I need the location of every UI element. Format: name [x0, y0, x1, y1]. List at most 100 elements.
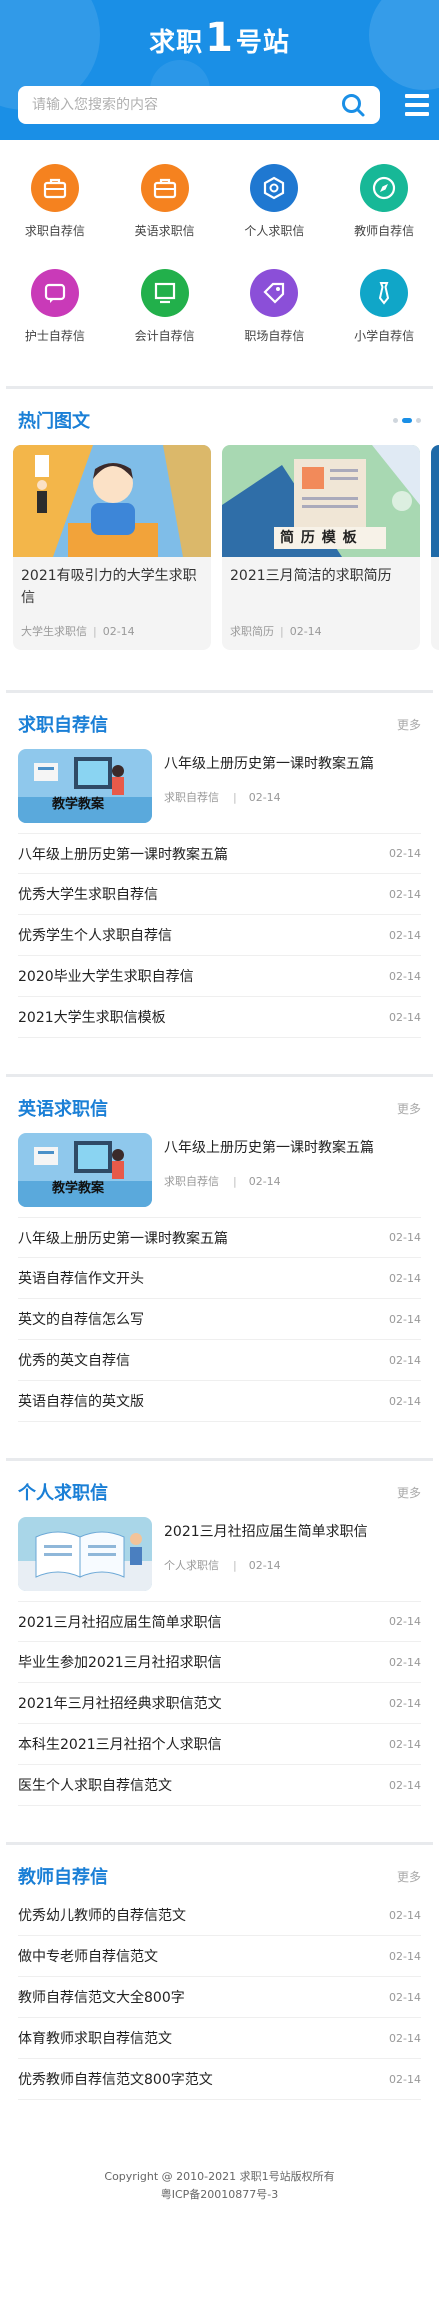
- hot-carousel: 2021有吸引力的大学生求职信 大学生求职信 | 02-14 简 历 模 板 202…: [0, 439, 439, 654]
- list-item-title: 2021大学生求职信模板: [18, 1010, 166, 1026]
- list-item[interactable]: 优秀的英文自荐信 02-14: [18, 1340, 421, 1381]
- list-item[interactable]: 做中专老师自荐信范文 02-14: [18, 1936, 421, 1977]
- search-input[interactable]: [32, 97, 340, 113]
- list-item[interactable]: 优秀大学生求职自荐信 02-14: [18, 874, 421, 915]
- list-item-title: 英文的自荐信怎么写: [18, 1312, 144, 1328]
- list-item[interactable]: 医生个人求职自荐信范文 02-14: [18, 1765, 421, 1806]
- list-item-title: 本科生2021三月社招个人求职信: [18, 1737, 222, 1753]
- list-item-date: 02-14: [389, 1696, 421, 1710]
- more-link[interactable]: 更多: [397, 1100, 421, 1117]
- section-title[interactable]: 求职自荐信: [18, 711, 108, 737]
- list-item-date: 02-14: [389, 1949, 421, 1963]
- hot-card-title: 2021三月简洁的求职简历: [230, 568, 392, 584]
- more-link[interactable]: 更多: [397, 1868, 421, 1885]
- list-item[interactable]: 体育教师求职自荐信范文 02-14: [18, 2018, 421, 2059]
- list-item-title: 2021三月社招应届生简单求职信: [18, 1614, 222, 1631]
- footer-icp[interactable]: 粤ICP备20010877号-3: [0, 2186, 439, 2204]
- category-label: 英语求职信: [134, 224, 195, 238]
- list-item[interactable]: 2021年三月社招经典求职信范文 02-14: [18, 1683, 421, 1724]
- carousel-dots[interactable]: [393, 417, 421, 423]
- list-item[interactable]: 英文的自荐信怎么写 02-14: [18, 1299, 421, 1340]
- briefcase-icon: [30, 164, 79, 212]
- featured-article[interactable]: 教学教案 八年级上册历史第一课时教案五篇 求职自荐信 | 02-14: [0, 1127, 439, 1217]
- category-item[interactable]: 职场自荐信: [220, 267, 330, 372]
- list-item-date: 02-14: [389, 887, 421, 901]
- list-item-date: 02-14: [389, 1353, 421, 1367]
- list-item-date: 02-14: [389, 1312, 421, 1326]
- list-item[interactable]: 2020毕业大学生求职自荐信 02-14: [18, 956, 421, 997]
- article-list: 八年级上册历史第一课时教案五篇 02-14 英语自荐信作文开头 02-14 英文的自荐信…: [0, 1217, 439, 1422]
- chat-icon: [30, 269, 79, 317]
- featured-meta: 求职自荐信 | 02-14: [164, 791, 281, 804]
- list-item-title: 优秀的英文自荐信: [18, 1353, 130, 1369]
- list-item[interactable]: 2021三月社招应届生简单求职信 02-14: [18, 1601, 421, 1642]
- featured-meta: 个人求职信 | 02-14: [164, 1559, 281, 1572]
- article-list: 八年级上册历史第一课时教案五篇 02-14 优秀大学生求职自荐信 02-14 优秀学生个…: [0, 833, 439, 1038]
- list-item[interactable]: 八年级上册历史第一课时教案五篇 02-14: [18, 833, 421, 874]
- section-title[interactable]: 教师自荐信: [18, 1863, 108, 1889]
- content-section: 教师自荐信 更多 优秀幼儿教师的自荐信范文 02-14 做中专老师自荐信范文 02-14 教…: [0, 1842, 439, 2100]
- hot-card-meta: 大学生求职信 | 02-14: [21, 625, 135, 638]
- category-item[interactable]: 教师自荐信: [329, 162, 439, 267]
- list-item-title: 优秀幼儿教师的自荐信范文: [18, 1908, 186, 1924]
- list-item-date: 02-14: [389, 1394, 421, 1408]
- list-item-date: 02-14: [389, 847, 421, 860]
- content-section: 求职自荐信 更多教学教案 八年级上册历史第一课时教案五篇 求职自荐信 | 02-14 八年级…: [0, 690, 439, 1074]
- category-item[interactable]: 求职自荐信: [0, 162, 110, 267]
- list-item-date: 02-14: [389, 1615, 421, 1628]
- hot-card-title: 2021有吸引力的大学生求职信: [21, 568, 197, 606]
- content-section: 英语求职信 更多教学教案 八年级上册历史第一课时教案五篇 求职自荐信 | 02-14 八年级…: [0, 1074, 439, 1458]
- search-icon[interactable]: [340, 92, 366, 118]
- featured-article[interactable]: 2021三月社招应届生简单求职信 个人求职信 | 02-14: [0, 1511, 439, 1601]
- featured-banner: 教学教案: [52, 797, 105, 812]
- featured-article[interactable]: 教学教案 八年级上册历史第一课时教案五篇 求职自荐信 | 02-14: [0, 743, 439, 833]
- list-item[interactable]: 本科生2021三月社招个人求职信 02-14: [18, 1724, 421, 1765]
- category-item[interactable]: 会计自荐信: [110, 267, 220, 372]
- list-item[interactable]: 教师自荐信范文大全800字 02-14: [18, 1977, 421, 2018]
- featured-thumbnail: [18, 1517, 152, 1591]
- hot-card-image: [13, 445, 211, 557]
- hot-card-meta: 求职简历 | 02-14: [230, 625, 322, 638]
- site-logo[interactable]: 求职1号站: [0, 18, 439, 59]
- list-item[interactable]: 毕业生参加2021三月社招求职信 02-14: [18, 1642, 421, 1683]
- hot-card[interactable]: 2021有吸引力的大学生求职信 大学生求职信 | 02-14: [13, 445, 211, 650]
- list-item-date: 02-14: [389, 2072, 421, 2086]
- article-list: 2021三月社招应届生简单求职信 02-14 毕业生参加2021三月社招求职信 02-…: [0, 1601, 439, 1806]
- header: 求职1号站: [0, 0, 439, 140]
- footer-copyright: Copyright @ 2010-2021 求职1号站版权所有: [104, 2170, 335, 2183]
- section-title[interactable]: 个人求职信: [18, 1479, 108, 1505]
- list-item[interactable]: 2021大学生求职信模板 02-14: [18, 997, 421, 1038]
- category-item[interactable]: 小学自荐信: [329, 267, 439, 372]
- category-item[interactable]: 护士自荐信: [0, 267, 110, 372]
- more-link[interactable]: 更多: [397, 1484, 421, 1501]
- category-label: 会计自荐信: [134, 329, 195, 343]
- category-label: 小学自荐信: [354, 329, 415, 343]
- hot-card-image: 简 历 模 板: [222, 445, 420, 557]
- list-item[interactable]: 英语自荐信的英文版 02-14: [18, 1381, 421, 1422]
- section-header: 教师自荐信 更多: [0, 1845, 439, 1895]
- list-item[interactable]: 优秀教师自荐信范文800字范文 02-14: [18, 2059, 421, 2100]
- section-title[interactable]: 英语求职信: [18, 1095, 108, 1121]
- hot-title: 热门图文: [18, 411, 90, 432]
- list-item-title: 英语自荐信作文开头: [18, 1271, 144, 1287]
- hot-card[interactable]: 简 历 模 板 2021三月简洁的求职简历 求职简历 | 02-14: [222, 445, 420, 650]
- section-header: 求职自荐信 更多: [0, 693, 439, 743]
- footer: Copyright @ 2010-2021 求职1号站版权所有 粤ICP备200…: [0, 2100, 439, 2320]
- list-item-title: 体育教师求职自荐信范文: [18, 2031, 172, 2047]
- menu-icon[interactable]: [405, 94, 429, 116]
- category-item[interactable]: 英语求职信: [110, 162, 220, 267]
- tie-icon: [360, 269, 409, 317]
- list-item[interactable]: 英语自荐信作文开头 02-14: [18, 1258, 421, 1299]
- hot-card-peek[interactable]: [431, 445, 439, 650]
- category-item[interactable]: 个人求职信: [220, 162, 330, 267]
- more-link[interactable]: 更多: [397, 716, 421, 733]
- list-item[interactable]: 优秀学生个人求职自荐信 02-14: [18, 915, 421, 956]
- list-item[interactable]: 优秀幼儿教师的自荐信范文 02-14: [18, 1895, 421, 1936]
- category-label: 教师自荐信: [354, 224, 415, 238]
- category-label: 个人求职信: [244, 224, 305, 238]
- list-item[interactable]: 八年级上册历史第一课时教案五篇 02-14: [18, 1217, 421, 1258]
- category-label: 护士自荐信: [24, 329, 85, 343]
- featured-thumbnail: 教学教案: [18, 749, 152, 823]
- hexagon-icon: [250, 164, 299, 212]
- list-item-title: 毕业生参加2021三月社招求职信: [18, 1655, 222, 1671]
